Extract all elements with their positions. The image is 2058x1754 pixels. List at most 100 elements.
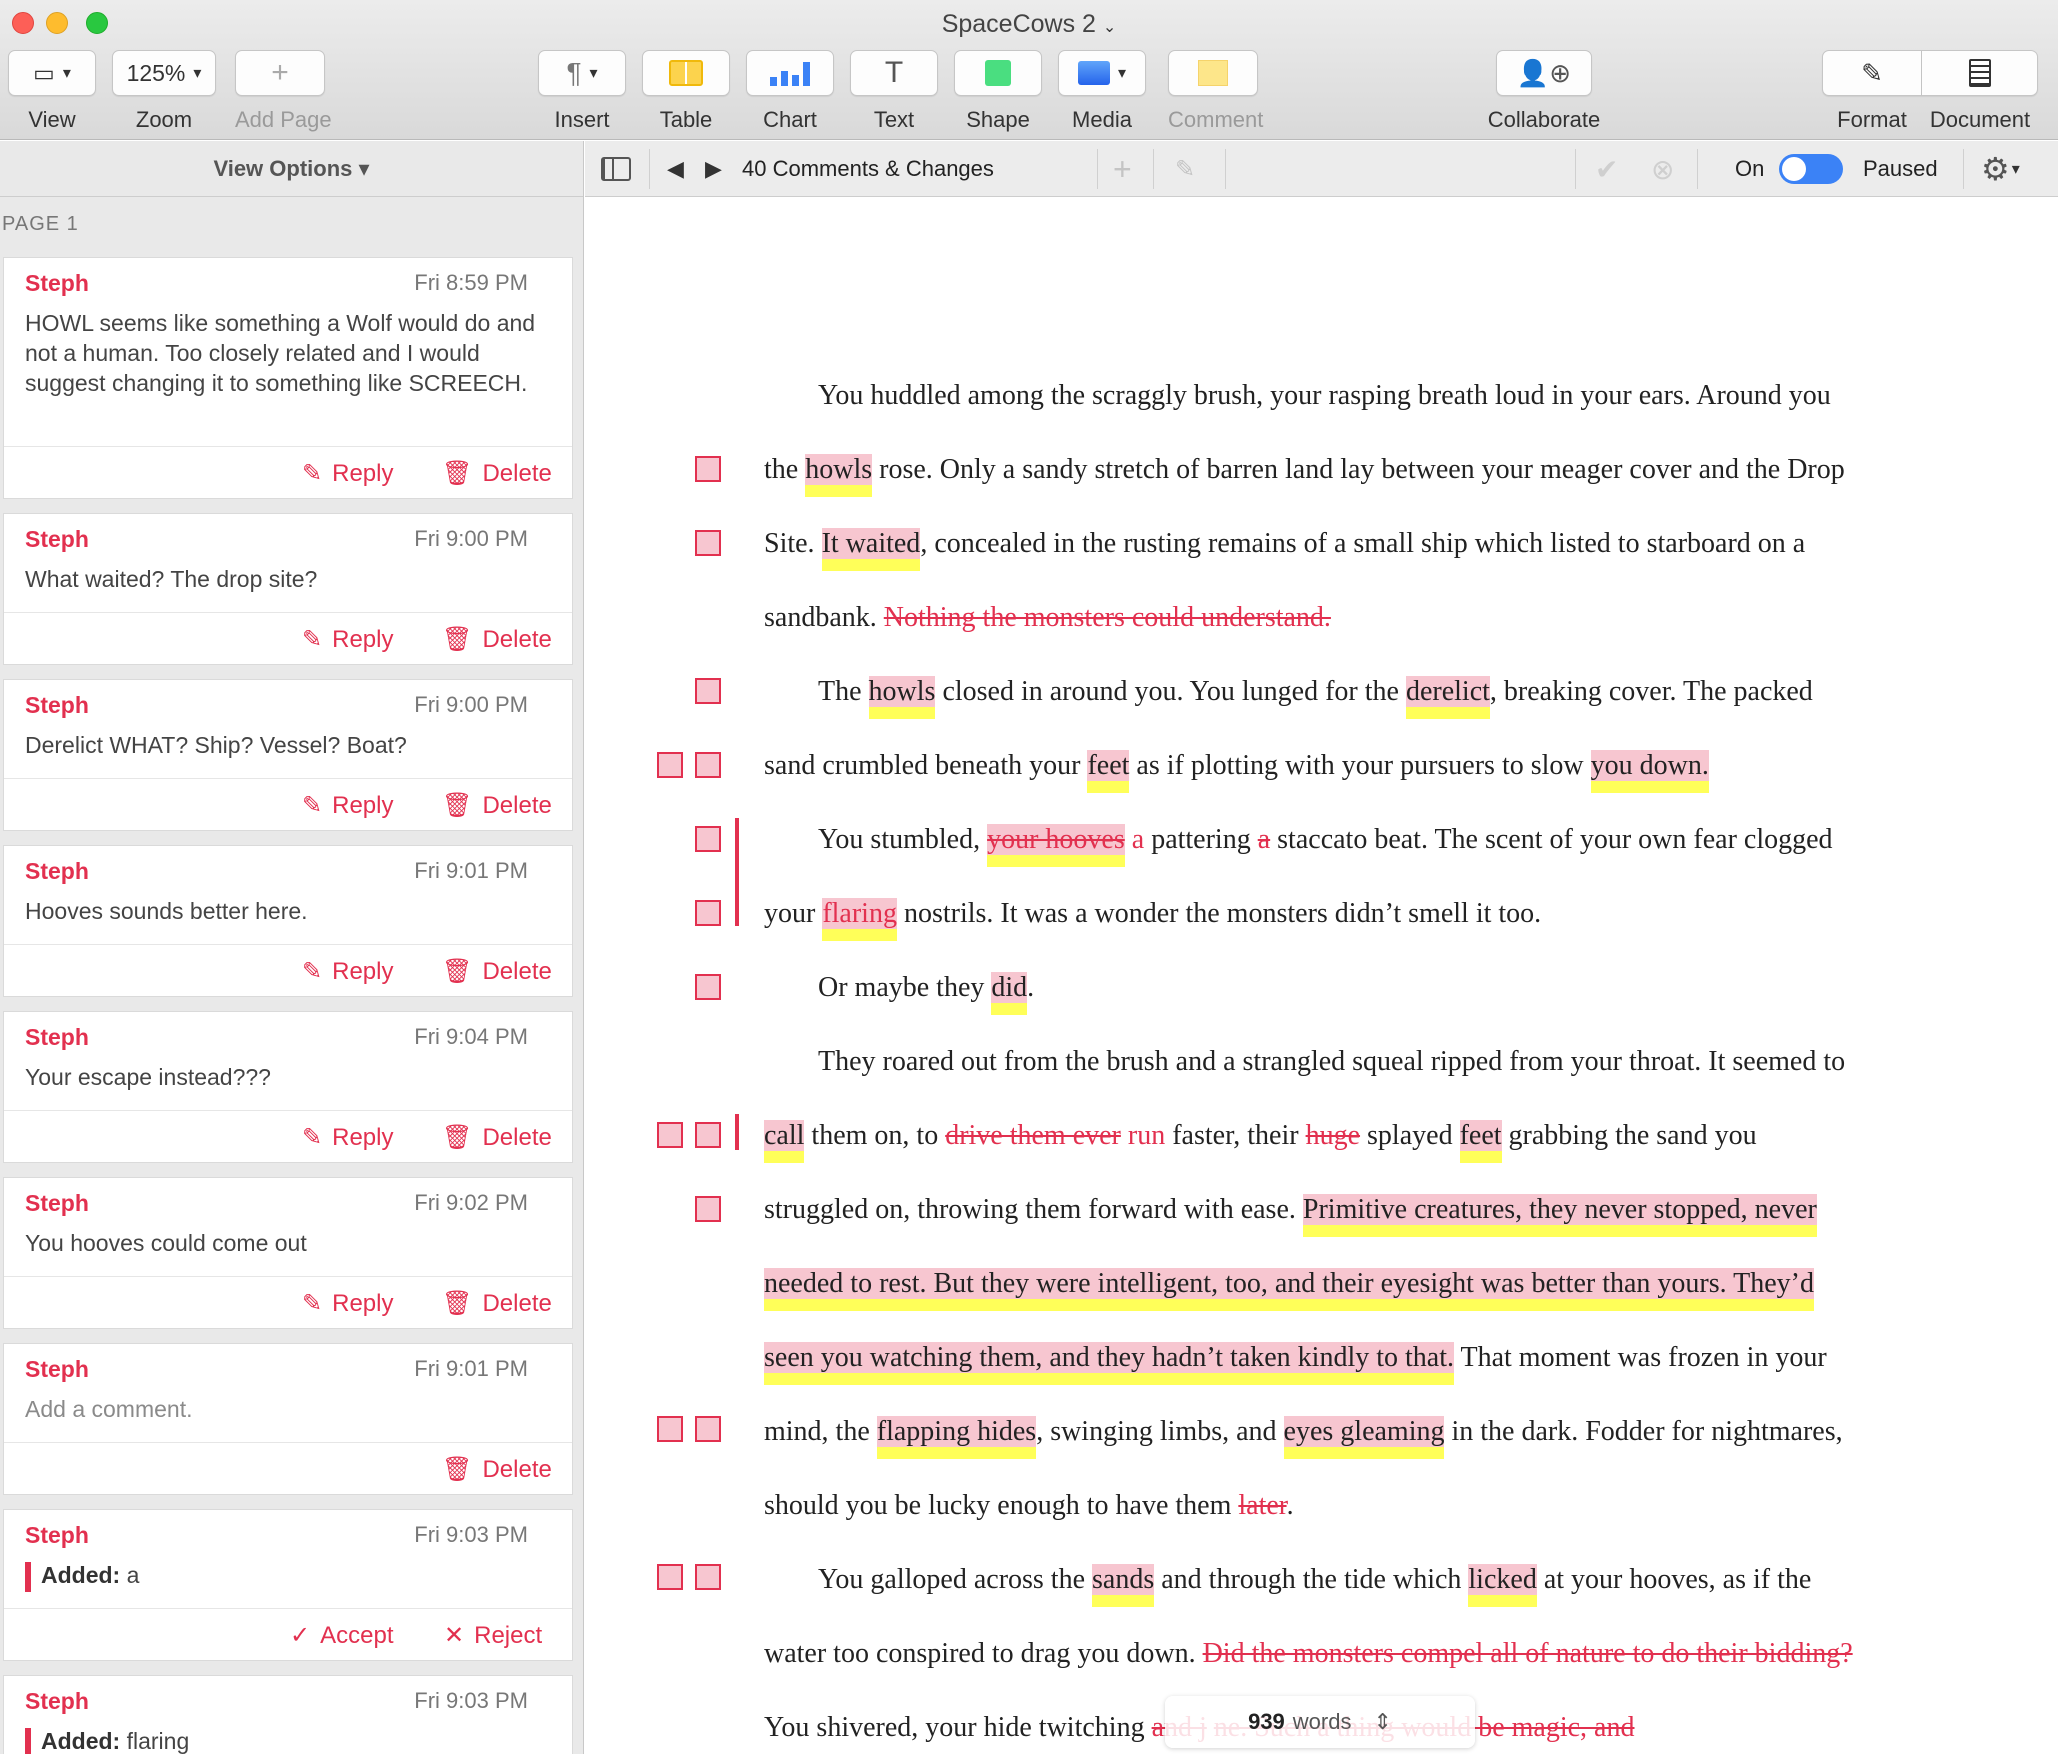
comment-marker[interactable]	[695, 900, 721, 926]
tracking-settings-button[interactable]: ⚙ ▾	[1981, 141, 2020, 197]
reply-button[interactable]: ✎ Reply	[302, 625, 393, 654]
media-button[interactable]: ▾ Media	[1058, 50, 1146, 133]
add-comment-button[interactable]: +	[1113, 141, 1132, 197]
comment-marker[interactable]	[695, 530, 721, 556]
document-canvas[interactable]: You huddled among the scraggly brush, yo…	[585, 198, 2058, 1754]
reject-change-button[interactable]: ⊗	[1651, 141, 1674, 197]
word-count[interactable]: 939 words ⇕	[1165, 1696, 1475, 1748]
commented-text: It waited	[821, 528, 921, 559]
delete-button[interactable]: 🗑 Delete	[442, 1455, 552, 1484]
document-line[interactable]: should you be lucky enough to have them …	[764, 1486, 1294, 1526]
comment-card[interactable]: Steph Fri 8:59 PM HOWL seems like somethi…	[3, 257, 573, 499]
reply-button[interactable]: ✎ Reply	[302, 459, 393, 488]
comment-marker[interactable]	[695, 1196, 721, 1222]
delete-button[interactable]: 🗑 Delete	[442, 1123, 552, 1152]
window-title[interactable]: SpaceCows 2 ⌄	[0, 10, 2058, 39]
shape-button[interactable]: Shape	[954, 50, 1042, 133]
delete-button[interactable]: 🗑 Delete	[442, 625, 552, 654]
toggle-sidebar-button[interactable]	[601, 141, 631, 197]
comment-marker[interactable]	[657, 1416, 683, 1442]
change-card[interactable]: Steph Fri 9:03 PM Added: flaring	[3, 1675, 573, 1754]
document-line[interactable]: Or maybe they did.	[818, 968, 1034, 1008]
comment-marker[interactable]	[695, 1122, 721, 1148]
document-line[interactable]: water too conspired to drag you down. Di…	[764, 1634, 1853, 1674]
track-changes-toggle[interactable]	[1779, 141, 1843, 197]
comment-card[interactable]: Steph Fri 9:02 PM You hooves could come o…	[3, 1177, 573, 1329]
change-card[interactable]: Steph Fri 9:03 PM Added: a ✓ Accept ✕ Rejec…	[3, 1509, 573, 1661]
comment-card[interactable]: Steph Fri 9:01 PM Add a comment. 🗑 Delete	[3, 1343, 573, 1495]
document-line[interactable]: needed to rest. But they were intelligen…	[764, 1264, 1814, 1304]
document-line[interactable]: Site. It waited, concealed in the rustin…	[764, 524, 1805, 564]
collaborate-button[interactable]: 👤⊕ Collaborate	[1488, 50, 1600, 133]
zoom-button[interactable]: 125% ▾ Zoom	[112, 50, 216, 133]
change-bar[interactable]	[735, 1114, 739, 1150]
document-line[interactable]: sandbank. Nothing the monsters could und…	[764, 598, 1331, 638]
comment-card[interactable]: Steph Fri 9:01 PM Hooves sounds better he…	[3, 845, 573, 997]
add-comment-input[interactable]: Add a comment.	[25, 1394, 542, 1424]
comment-marker[interactable]	[695, 678, 721, 704]
document-line[interactable]: mind, the flapping hides, swinging limbs…	[764, 1412, 1843, 1452]
comment-marker[interactable]	[695, 1416, 721, 1442]
comment-marker[interactable]	[695, 1564, 721, 1590]
table-button[interactable]: Table	[642, 50, 730, 133]
comment-marker[interactable]	[695, 752, 721, 778]
comment-card[interactable]: Steph Fri 9:00 PM Derelict WHAT? Ship? Ve…	[3, 679, 573, 831]
comment-marker[interactable]	[695, 456, 721, 482]
reply-button[interactable]: ✎ Reply	[302, 1289, 393, 1318]
add-page-button[interactable]: + Add Page	[235, 50, 332, 133]
comment-time: Fri 9:02 PM	[414, 1190, 528, 1215]
change-bar[interactable]	[735, 818, 739, 926]
comment-marker[interactable]	[657, 1122, 683, 1148]
document-button[interactable]: Document	[1922, 50, 2038, 133]
document-line[interactable]: struggled on, throwing them forward with…	[764, 1190, 1817, 1230]
chart-label: Chart	[763, 107, 817, 132]
document-line[interactable]: seen you watching them, and they hadn’t …	[764, 1338, 1827, 1378]
document-line[interactable]: They roared out from the brush and a str…	[818, 1042, 1845, 1082]
commented-deleted-text: your hooves	[987, 824, 1125, 855]
comment-marker[interactable]	[657, 1564, 683, 1590]
insert-button[interactable]: ¶ ▾ Insert	[538, 50, 626, 133]
view-options-menu[interactable]: View Options ▾	[0, 141, 583, 197]
trash-icon: 🗑	[442, 792, 473, 819]
reply-button[interactable]: ✎ Reply	[302, 1123, 393, 1152]
commented-text: licked	[1468, 1564, 1537, 1595]
commented-text: you down.	[1590, 750, 1709, 781]
format-button[interactable]: ✎ Format	[1822, 50, 1922, 133]
comment-marker[interactable]	[695, 826, 721, 852]
document-line[interactable]: You galloped across the sands and throug…	[818, 1560, 1811, 1600]
document-line[interactable]: call them on, to drive them ever run fas…	[764, 1116, 1757, 1156]
chart-button[interactable]: Chart	[746, 50, 834, 133]
text-run: Or maybe they	[818, 972, 992, 1003]
document-line[interactable]: the howls rose. Only a sandy stretch of …	[764, 450, 1845, 490]
document-line[interactable]: your flaring nostrils. It was a wonder t…	[764, 894, 1541, 934]
reply-button[interactable]: ✎ Reply	[302, 957, 393, 986]
document-line[interactable]: You huddled among the scraggly brush, yo…	[818, 376, 1831, 416]
next-comment-button[interactable]: ▶	[705, 141, 722, 197]
delete-button[interactable]: 🗑 Delete	[442, 459, 552, 488]
reject-button[interactable]: ✕ Reject	[444, 1621, 542, 1650]
accept-button[interactable]: ✓ Accept	[290, 1621, 393, 1650]
reply-button[interactable]: ✎ Reply	[302, 791, 393, 820]
delete-button[interactable]: 🗑 Delete	[442, 791, 552, 820]
comment-button[interactable]: Comment	[1168, 50, 1263, 133]
comment-marker[interactable]	[657, 752, 683, 778]
accept-change-button[interactable]: ✔	[1595, 141, 1618, 197]
delete-button[interactable]: 🗑 Delete	[442, 957, 552, 986]
text-run: in the dark. Fodder for nightmares,	[1444, 1416, 1843, 1447]
comment-card[interactable]: Steph Fri 9:00 PM What waited? The drop s…	[3, 513, 573, 665]
document-line[interactable]: sand crumbled beneath your feet as if pl…	[764, 746, 1709, 786]
comment-card[interactable]: Steph Fri 9:04 PM Your escape instead??? …	[3, 1011, 573, 1163]
text-run: rose. Only a sandy stretch of barren lan…	[872, 454, 1845, 485]
view-button[interactable]: ▭ ▾ View	[8, 50, 96, 133]
pencil-icon: ✎	[302, 792, 323, 819]
previous-comment-button[interactable]: ◀	[667, 141, 684, 197]
document-line[interactable]: The howls closed in around you. You lung…	[818, 672, 1813, 712]
text-run: , concealed in the rusting remains of a …	[920, 528, 1806, 559]
text-run: , breaking cover. The packed	[1489, 676, 1813, 707]
text-button[interactable]: T Text	[850, 50, 938, 133]
comment-marker[interactable]	[695, 974, 721, 1000]
table-label: Table	[659, 107, 713, 132]
delete-button[interactable]: 🗑 Delete	[442, 1289, 552, 1318]
document-line[interactable]: You stumbled, your hooves a pattering a …	[818, 820, 1833, 860]
edit-comment-button[interactable]: ✎	[1175, 141, 1195, 197]
